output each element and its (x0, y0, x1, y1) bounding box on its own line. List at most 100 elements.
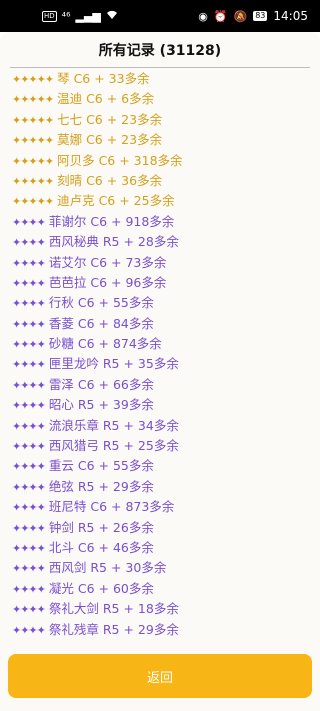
record-row: ✦✦✦✦ 行秋 C6 + 55多余 (12, 293, 308, 313)
records-list[interactable]: ✦✦✦✦✦ 琴 C6 + 33多余 ✦✦✦✦✦ 温迪 C6 + 6多余 ✦✦✦✦✦ 七七 … (12, 69, 308, 674)
record-text: 西风秘典 R5 + 28多余 (48, 234, 179, 250)
rarity-stars-icon: ✦✦✦✦ (12, 276, 46, 290)
rarity-stars-icon: ✦✦✦✦ (12, 623, 46, 637)
record-row: ✦✦✦✦✦ 温迪 C6 + 6多余 (12, 89, 308, 109)
rarity-stars-icon: ✦✦✦✦ (12, 521, 46, 535)
rarity-stars-icon: ✦✦✦✦ (12, 378, 46, 392)
record-row: ✦✦✦✦ 菲谢尔 C6 + 918多余 (12, 212, 308, 232)
record-text: 流浪乐章 R5 + 34多余 (48, 417, 179, 433)
rarity-stars-icon: ✦✦✦✦ (12, 440, 46, 454)
record-text: 昭心 R5 + 39多余 (48, 397, 154, 413)
record-text: 行秋 C6 + 55多余 (48, 295, 154, 311)
record-text: 迪卢克 C6 + 25多余 (57, 193, 175, 209)
alarm-icon: ⏰ (213, 9, 228, 23)
record-text: 温迪 C6 + 6多余 (57, 91, 155, 107)
rarity-stars-icon: ✦✦✦✦ (12, 358, 46, 372)
record-row: ✦✦✦✦ 祭礼大剑 R5 + 18多余 (12, 599, 308, 619)
record-text: 凝光 C6 + 60多余 (48, 580, 154, 596)
title-divider (10, 67, 310, 68)
record-row: ✦✦✦✦✦ 莫娜 C6 + 23多余 (12, 130, 308, 150)
rarity-stars-icon: ✦✦✦✦ (12, 338, 46, 352)
record-text: 诺艾尔 C6 + 73多余 (48, 254, 167, 270)
rarity-stars-icon: ✦✦✦✦ (12, 460, 46, 474)
record-text: 绝弦 R5 + 29多余 (48, 478, 154, 494)
network-type-icon: ⁴⁶ (61, 9, 71, 23)
record-text: 钟剑 R5 + 26多余 (48, 519, 154, 535)
status-bar: HD ⁴⁶ ▂▄▆ ◉ ⏰ 🔕 83 14:05 (0, 0, 320, 32)
record-row: ✦✦✦✦ 班尼特 C6 + 873多余 (12, 497, 308, 517)
record-row: ✦✦✦✦ 香菱 C6 + 84多余 (12, 314, 308, 334)
record-text: 西风剑 R5 + 30多余 (48, 560, 167, 576)
record-row: ✦✦✦✦ 砂糖 C6 + 874多余 (12, 334, 308, 354)
record-text: 雷泽 C6 + 66多余 (48, 376, 154, 392)
rarity-stars-icon: ✦✦✦✦✦ (12, 195, 54, 209)
rarity-stars-icon: ✦✦✦✦ (12, 419, 46, 433)
back-button[interactable]: 返回 (8, 654, 312, 698)
rarity-stars-icon: ✦✦✦✦ (12, 236, 46, 250)
records-panel: 所有记录 (31128) ✦✦✦✦✦ 琴 C6 + 33多余 ✦✦✦✦✦ 温迪 C6 … (0, 32, 320, 711)
record-text: 琴 C6 + 33多余 (57, 71, 150, 86)
rarity-stars-icon: ✦✦✦✦✦ (12, 174, 54, 188)
rarity-stars-icon: ✦✦✦✦ (12, 582, 46, 596)
rarity-stars-icon: ✦✦✦✦ (12, 399, 46, 413)
record-row: ✦✦✦✦ 西风剑 R5 + 30多余 (12, 558, 308, 578)
record-row: ✦✦✦✦ 西风秘典 R5 + 28多余 (12, 232, 308, 252)
record-row: ✦✦✦✦✦ 七七 C6 + 23多余 (12, 110, 308, 130)
record-row: ✦✦✦✦ 北斗 C6 + 46多余 (12, 538, 308, 558)
record-text: 刻晴 C6 + 36多余 (57, 172, 163, 188)
record-row: ✦✦✦✦✦ 琴 C6 + 33多余 (12, 69, 308, 89)
record-text: 七七 C6 + 23多余 (57, 111, 163, 127)
mute-icon: 🔕 (233, 9, 248, 23)
rarity-stars-icon: ✦✦✦✦✦ (12, 93, 54, 107)
camera-icon: ◉ (198, 9, 208, 23)
record-row: ✦✦✦✦ 祭礼残章 R5 + 29多余 (12, 620, 308, 640)
record-row: ✦✦✦✦ 雷泽 C6 + 66多余 (12, 375, 308, 395)
record-row: ✦✦✦✦ 重云 C6 + 55多余 (12, 456, 308, 476)
record-text: 菲谢尔 C6 + 918多余 (48, 213, 175, 229)
rarity-stars-icon: ✦✦✦✦✦ (12, 134, 54, 148)
rarity-stars-icon: ✦✦✦✦ (12, 562, 46, 576)
record-row: ✦✦✦✦ 西风猎弓 R5 + 25多余 (12, 436, 308, 456)
record-text: 匣里龙吟 R5 + 35多余 (48, 356, 179, 372)
record-row: ✦✦✦✦ 流浪乐章 R5 + 34多余 (12, 416, 308, 436)
rarity-stars-icon: ✦✦✦✦ (12, 297, 46, 311)
record-row: ✦✦✦✦ 钟剑 R5 + 26多余 (12, 518, 308, 538)
record-row: ✦✦✦✦ 绝弦 R5 + 29多余 (12, 477, 308, 497)
record-row: ✦✦✦✦ 匣里龙吟 R5 + 35多余 (12, 354, 308, 374)
record-text: 北斗 C6 + 46多余 (48, 539, 154, 555)
record-row: ✦✦✦✦✦ 刻晴 C6 + 36多余 (12, 171, 308, 191)
rarity-stars-icon: ✦✦✦✦✦ (12, 154, 54, 168)
rarity-stars-icon: ✦✦✦✦✦ (12, 73, 54, 86)
wifi-icon (106, 10, 118, 23)
status-right-icons: ◉ ⏰ 🔕 83 14:05 (198, 9, 308, 23)
rarity-stars-icon: ✦✦✦✦ (12, 501, 46, 515)
record-text: 重云 C6 + 55多余 (48, 458, 154, 474)
battery-icon: 83 (253, 11, 268, 21)
record-text: 香菱 C6 + 84多余 (48, 315, 154, 331)
record-row: ✦✦✦✦ 诺艾尔 C6 + 73多余 (12, 253, 308, 273)
rarity-stars-icon: ✦✦✦✦ (12, 541, 46, 555)
rarity-stars-icon: ✦✦✦✦ (12, 215, 46, 229)
record-row: ✦✦✦✦✦ 阿贝多 C6 + 318多余 (12, 151, 308, 171)
record-text: 砂糖 C6 + 874多余 (48, 336, 162, 352)
record-row: ✦✦✦✦ 昭心 R5 + 39多余 (12, 395, 308, 415)
status-left-icons: HD ⁴⁶ ▂▄▆ (42, 10, 118, 23)
record-row: ✦✦✦✦ 芭芭拉 C6 + 96多余 (12, 273, 308, 293)
rarity-stars-icon: ✦✦✦✦✦ (12, 113, 54, 127)
record-row: ✦✦✦✦ 凝光 C6 + 60多余 (12, 579, 308, 599)
clock: 14:05 (273, 9, 308, 23)
record-text: 祭礼大剑 R5 + 18多余 (48, 601, 179, 617)
rarity-stars-icon: ✦✦✦✦ (12, 480, 46, 494)
record-text: 班尼特 C6 + 873多余 (48, 499, 175, 515)
page-title: 所有记录 (31128) (98, 43, 222, 59)
record-text: 祭礼残章 R5 + 29多余 (48, 621, 179, 637)
rarity-stars-icon: ✦✦✦✦ (12, 603, 46, 617)
record-text: 阿贝多 C6 + 318多余 (57, 152, 183, 168)
hd-icon: HD (42, 10, 57, 22)
record-text: 芭芭拉 C6 + 96多余 (48, 274, 167, 290)
record-text: 西风猎弓 R5 + 25多余 (48, 438, 179, 454)
record-row: ✦✦✦✦✦ 迪卢克 C6 + 25多余 (12, 191, 308, 211)
signal-icon: ▂▄▆ (75, 9, 101, 23)
rarity-stars-icon: ✦✦✦✦ (12, 317, 46, 331)
record-text: 莫娜 C6 + 23多余 (57, 132, 163, 148)
